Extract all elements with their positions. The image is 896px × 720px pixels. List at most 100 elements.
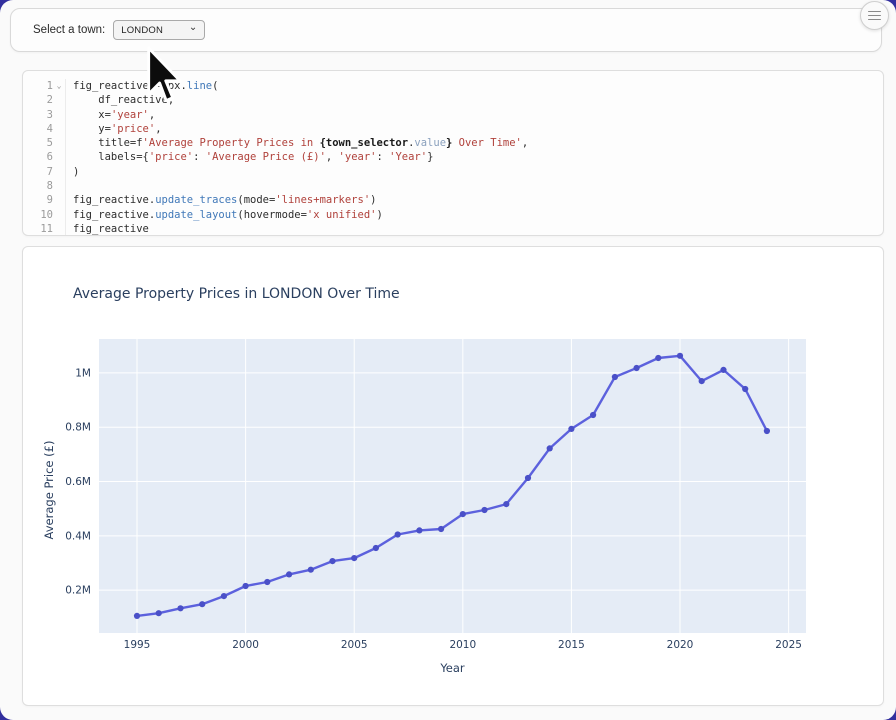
line-number: 10	[23, 208, 53, 222]
fold-gutter	[53, 179, 65, 193]
data-point[interactable]	[416, 527, 422, 533]
code-text	[65, 179, 73, 193]
town-dropdown[interactable]: LONDON ⌄	[113, 20, 205, 40]
x-tick-label: 2015	[558, 639, 585, 651]
code-line: 6 labels={'price': 'Average Price (£)', …	[23, 150, 883, 164]
fold-gutter	[53, 193, 65, 207]
y-axis-title: Average Price (£)	[42, 441, 56, 540]
data-point[interactable]	[264, 579, 270, 585]
code-line: 8	[23, 179, 883, 193]
code-text: df_reactive,	[65, 93, 174, 107]
code-lines: 1⌄fig_reactive = px.line(2 df_reactive,3…	[23, 79, 883, 236]
code-line: 11 fig_reactive	[23, 222, 883, 236]
data-point[interactable]	[351, 555, 357, 561]
data-point[interactable]	[503, 501, 509, 507]
data-point[interactable]	[395, 531, 401, 537]
data-point[interactable]	[373, 545, 379, 551]
data-point[interactable]	[699, 378, 705, 384]
y-tick-label: 0.6M	[65, 476, 91, 488]
fold-gutter	[53, 208, 65, 222]
fold-arrow-icon[interactable]: ⌄	[53, 79, 65, 93]
code-text: fig_reactive	[65, 222, 149, 236]
data-point[interactable]	[547, 445, 553, 451]
y-tick-label: 0.4M	[65, 530, 91, 542]
code-line: 10 fig_reactive.update_layout(hovermode='…	[23, 208, 883, 222]
line-number: 8	[23, 179, 53, 193]
line-number: 1	[23, 79, 53, 93]
fold-gutter	[53, 222, 65, 236]
code-line: 2 df_reactive,	[23, 93, 883, 107]
fold-gutter	[53, 150, 65, 164]
app-page: Select a town: LONDON ⌄ 1⌄fig_reactive =…	[0, 0, 896, 720]
town-select-label: Select a town:	[33, 24, 105, 36]
data-point[interactable]	[134, 613, 140, 619]
chart-title: Average Property Prices in LONDON Over T…	[73, 286, 400, 302]
data-point[interactable]	[677, 353, 683, 359]
data-point[interactable]	[720, 367, 726, 373]
data-point[interactable]	[764, 428, 770, 434]
y-tick-label: 1M	[75, 367, 91, 379]
data-point[interactable]	[655, 355, 661, 361]
fold-gutter	[53, 108, 65, 122]
line-number: 2	[23, 93, 53, 107]
code-line: 9 fig_reactive.update_traces(mode='lines+…	[23, 193, 883, 207]
data-point[interactable]	[460, 511, 466, 517]
x-tick-label: 1995	[124, 639, 151, 651]
x-tick-label: 2020	[667, 639, 694, 651]
line-number: 4	[23, 122, 53, 136]
y-tick-label: 0.2M	[65, 585, 91, 597]
data-point[interactable]	[525, 475, 531, 481]
fold-gutter	[53, 136, 65, 150]
fold-gutter	[53, 165, 65, 179]
code-line: 5 title=f'Average Property Prices in {to…	[23, 136, 883, 150]
line-number: 9	[23, 193, 53, 207]
data-point[interactable]	[308, 567, 314, 573]
code-text: fig_reactive = px.line(	[65, 79, 218, 93]
line-number: 5	[23, 136, 53, 150]
code-text: )	[65, 165, 79, 179]
code-line: 1⌄fig_reactive = px.line(	[23, 79, 883, 93]
data-point[interactable]	[286, 571, 292, 577]
data-point[interactable]	[481, 507, 487, 513]
code-line: 7)	[23, 165, 883, 179]
code-text: x='year',	[65, 108, 155, 122]
code-line: 4 y='price',	[23, 122, 883, 136]
output-cell: 0.2M 0.4M 0.6M 0.8M 1M 1995 2000 2005 2010 2015 20…	[22, 246, 884, 706]
y-tick-label: 0.8M	[65, 422, 91, 434]
data-point[interactable]	[742, 386, 748, 392]
line-number: 11	[23, 222, 53, 236]
code-text: labels={'price': 'Average Price (£)', 'y…	[65, 150, 433, 164]
x-tick-label: 2000	[232, 639, 259, 651]
data-point[interactable]	[156, 610, 162, 616]
x-tick-label: 2025	[775, 639, 802, 651]
x-axis-title: Year	[439, 661, 465, 675]
data-point[interactable]	[177, 605, 183, 611]
data-point[interactable]	[243, 583, 249, 589]
property-price-chart[interactable]: 0.2M 0.4M 0.6M 0.8M 1M 1995 2000 2005 2010 2015 20…	[23, 247, 884, 706]
data-point[interactable]	[438, 526, 444, 532]
code-editor-cell[interactable]: 1⌄fig_reactive = px.line(2 df_reactive,3…	[22, 70, 884, 236]
code-text: title=f'Average Property Prices in {town…	[65, 136, 528, 150]
code-text: fig_reactive.update_traces(mode='lines+m…	[65, 193, 376, 207]
code-text: y='price',	[65, 122, 162, 136]
data-point[interactable]	[329, 558, 335, 564]
code-text: fig_reactive.update_layout(hovermode='x …	[65, 208, 383, 222]
menu-button[interactable]	[860, 1, 889, 30]
data-point[interactable]	[568, 426, 574, 432]
town-dropdown-value: LONDON	[121, 25, 163, 36]
code-line: 3 x='year',	[23, 108, 883, 122]
data-point[interactable]	[634, 365, 640, 371]
data-point[interactable]	[590, 412, 596, 418]
hamburger-menu-icon	[868, 11, 881, 13]
fold-gutter	[53, 93, 65, 107]
data-point[interactable]	[199, 601, 205, 607]
x-tick-label: 2010	[449, 639, 476, 651]
town-selector-panel: Select a town: LONDON ⌄	[10, 8, 882, 52]
data-point[interactable]	[612, 374, 618, 380]
x-tick-label: 2005	[341, 639, 368, 651]
data-point[interactable]	[221, 593, 227, 599]
chevron-down-icon: ⌄	[189, 23, 197, 33]
fold-gutter	[53, 122, 65, 136]
line-number: 3	[23, 108, 53, 122]
line-number: 6	[23, 150, 53, 164]
